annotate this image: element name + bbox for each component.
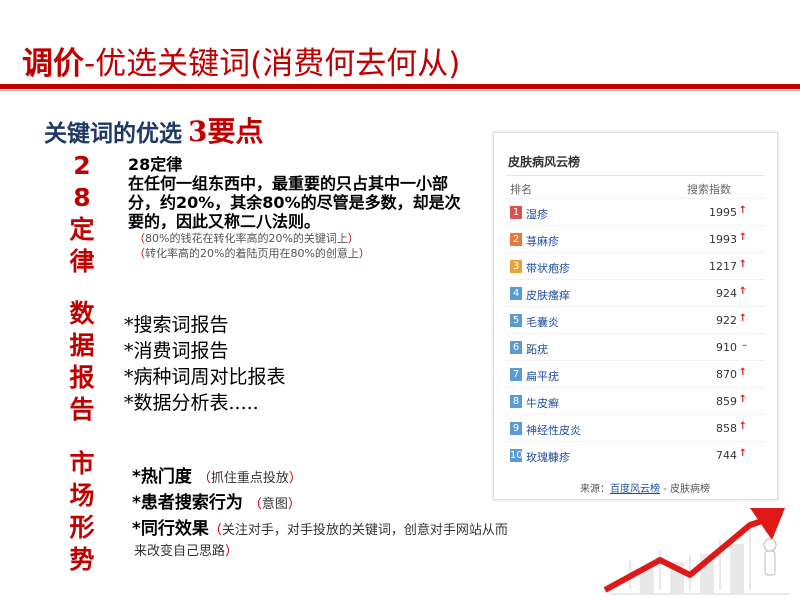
keyword-link[interactable]: 神经性皮炎 [526,422,581,438]
side-label-market: 市场形势 [69,449,95,574]
ranking-row: 8 牛皮癣 859 ↑ [506,387,765,415]
rank-badge: 8 [510,395,522,408]
ranking-row: 6 跖疣 910– [506,333,765,361]
search-index-value: 922 [716,314,737,327]
column-header-rank: 排名 [510,183,532,196]
rule-block: 28定律 在任何一组东西中，最重要的只占其中一小部 分，约20%，其余80%的尽… [128,155,461,261]
trend-up-icon: ↑ [738,394,747,405]
market-list: *热门度 （抓住重点投放） *患者搜索行为 （意图） *同行效果（关注对手，对手… [132,465,508,560]
trend-up-icon: ↑ [738,367,747,378]
keyword-link[interactable]: 皮肤瘙痒 [526,287,570,303]
ranking-row: 5 毛囊炎 922 ↑ [506,306,765,334]
search-index-value: 1995 [709,206,737,219]
side-label-data: 数据报告 [69,299,95,424]
rule-line: 要的，因此又称二八法则。 [128,212,321,231]
decorative-growth-arrow [603,508,790,595]
rank-badge: 9 [510,422,522,435]
subtitle: 关键词的优选 3要点 [44,110,264,150]
ranking-row: 10 玫瑰糠疹 744 ↑ [506,441,765,469]
keyword-link[interactable]: 扁平疣 [526,368,559,384]
report-item: *搜索词报告 [124,314,229,336]
trend-up-icon: ↑ [738,421,747,432]
rule-line: 在任何一组东西中，最重要的只占其中一小部 [128,174,449,193]
trend-up-icon: ↑ [738,259,747,270]
ranking-row: 9 神经性皮炎 858 ↑ [506,414,765,442]
search-index-value: 870 [716,368,737,381]
search-index-value: 858 [716,422,737,435]
trend-up-icon: ↑ [738,286,747,297]
ranking-row: 1 湿疹 1995 ↑ [506,198,765,226]
rule-line: 分，约20%，其余80%的尽管是多数，却是次 [128,193,461,212]
ranking-row: 7 扁平疣 870 ↑ [506,360,765,388]
rank-badge: 4 [510,287,522,300]
title-underline-thin [0,90,800,91]
ranking-card: 皮肤病风云榜 排名 搜索指数 1 湿疹 1995 ↑ 2 荨麻疹 1993 ↑ 3 带状疱疹 121… [493,132,778,500]
trend-flat-icon: – [742,340,747,351]
trend-up-icon: ↑ [738,232,747,243]
rank-badge: 6 [510,341,522,354]
report-item: *消费词报告 [124,340,229,362]
keyword-link[interactable]: 跖疣 [526,341,548,357]
keyword-link[interactable]: 玫瑰糠疹 [526,449,570,465]
ranking-row: 2 荨麻疹 1993 ↑ [506,225,765,253]
card-title: 皮肤病风云榜 [508,155,581,169]
subtitle-suffix: 要点 [207,115,264,148]
side-label-rule: 28定律 [69,151,95,276]
title-underline [0,84,800,89]
ranking-row: 3 带状疱疹 1217 ↑ [506,252,765,280]
title-rest: -优选关键词(消费何去何从) [84,46,461,82]
search-index-value: 859 [716,395,737,408]
market-item: *患者搜索行为 （意图） [132,493,301,513]
card-divider [506,175,765,176]
keyword-link[interactable]: 荨麻疹 [526,233,559,249]
search-index-value: 1993 [709,233,737,246]
market-item: *同行效果（关注对手，对手投放的关键词，创意对手网站从而 [132,519,508,539]
subtitle-text: 关键词的优选 [44,121,182,147]
data-reports-list: *搜索词报告 *消费词报告 *病种词周对比报表 *数据分析表..... [124,312,286,416]
keyword-link[interactable]: 毛囊炎 [526,314,559,330]
search-index-value: 1217 [709,260,737,273]
rule-note: （80%的钱花在转化率高的20%的关键词上） [134,232,359,245]
rule-title: 28定律 [128,155,183,174]
trend-up-icon: ↑ [738,448,747,459]
rank-badge: 7 [510,368,522,381]
search-index-value: 910 [716,341,737,354]
slide-title: 调价-优选关键词(消费何去何从) [22,38,460,83]
trend-up-icon: ↑ [738,313,747,324]
rank-badge: 5 [510,314,522,327]
column-header-index: 搜索指数 [687,183,731,196]
rank-badge: 1 [510,206,522,219]
report-item: *病种词周对比报表 [124,366,286,388]
title-highlight: 调价 [22,46,84,82]
keyword-link[interactable]: 牛皮癣 [526,395,559,411]
report-item: *数据分析表..... [124,392,259,414]
keyword-link[interactable]: 湿疹 [526,206,548,222]
search-index-value: 924 [716,287,737,300]
rule-note: （转化率高的20%的着陆页用在80%的创意上） [134,247,370,260]
keyword-link[interactable]: 带状疱疹 [526,260,570,276]
market-item: *热门度 （抓住重点投放） [132,467,302,487]
trend-up-icon: ↑ [738,205,747,216]
rank-badge: 10 [510,449,523,462]
search-index-value: 744 [716,449,737,462]
rank-badge: 3 [510,260,522,273]
subtitle-number: 3 [188,115,208,148]
rank-badge: 2 [510,233,522,246]
ranking-row: 4 皮肤瘙痒 924 ↑ [506,279,765,307]
market-item-continuation: 来改变自己思路） [134,544,239,559]
